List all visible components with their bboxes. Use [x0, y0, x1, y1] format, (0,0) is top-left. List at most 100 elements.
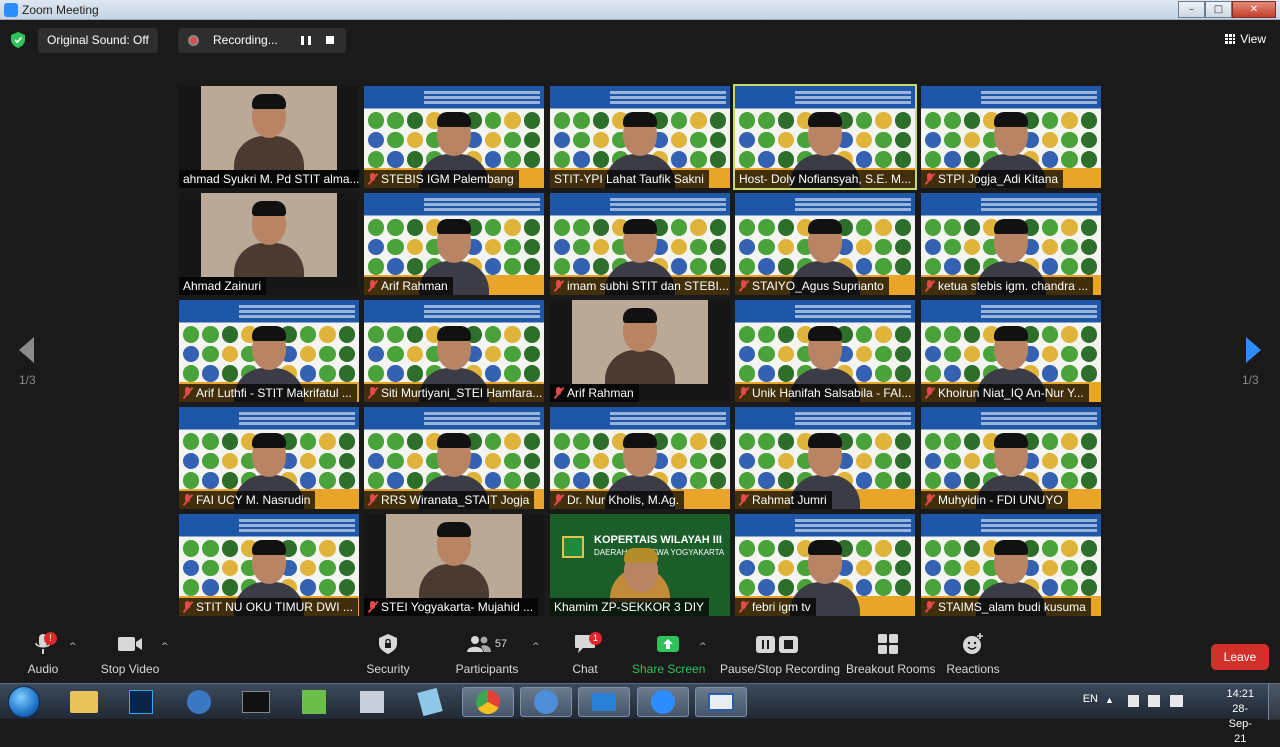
notes-app-icon[interactable] [404, 687, 456, 717]
participants-label: Participants [455, 662, 519, 676]
pause-stop-recording-button[interactable]: Pause/Stop Recording [720, 630, 840, 682]
leave-meeting-button[interactable]: Leave [1211, 644, 1269, 670]
participant-tile[interactable]: Rahmat Jumri [735, 407, 915, 509]
recording-indicator: Recording... [178, 28, 346, 53]
participant-name: ahmad Syukri M. Pd STIT alma... [183, 172, 359, 186]
participant-tile[interactable]: Host- Doly Nofiansyah, S.E. M... [733, 84, 917, 190]
zoom-taskbar-icon[interactable] [637, 687, 689, 717]
reactions-label: Reactions [946, 662, 1000, 676]
participant-tile[interactable]: Unik Hanifah Salsabila - FAI... [735, 300, 915, 402]
breakout-rooms-icon [878, 634, 898, 654]
participant-tile[interactable]: RRS Wiranata_STAIT Jogja [364, 407, 544, 509]
audio-options-caret-icon[interactable]: ^ [69, 642, 77, 652]
participant-tile[interactable]: STIT NU OKU TIMUR DWI ... [179, 514, 359, 616]
green-app-icon[interactable] [288, 687, 340, 717]
participant-tile[interactable]: Arif Rahman [364, 193, 544, 295]
previous-page-arrow-icon[interactable] [19, 337, 34, 363]
kemenag-logo-icon [562, 536, 584, 558]
share-screen-button[interactable]: Share Screen [632, 630, 705, 682]
next-page-arrow-icon[interactable] [1246, 337, 1261, 363]
photoshop-icon[interactable] [115, 687, 167, 717]
volume-speaker-icon[interactable] [1170, 695, 1183, 707]
chat-unread-badge: 1 [589, 632, 602, 645]
participant-tile[interactable]: Muhyidin - FDI UNUYO [921, 407, 1101, 509]
original-sound-toggle[interactable]: Original Sound: Off [38, 28, 158, 53]
wallet-app-taskbar-icon[interactable] [578, 687, 630, 717]
participant-tile[interactable]: STEBIS IGM Palembang [364, 86, 544, 188]
breakout-rooms-button[interactable]: Breakout Rooms [846, 630, 935, 682]
participant-name: STIT NU OKU TIMUR DWI ... [196, 600, 353, 614]
stop-recording-icon[interactable] [326, 36, 334, 44]
share-options-caret-icon[interactable]: ^ [699, 642, 707, 652]
participant-tile[interactable]: STPI Jogja_Adi Kitana [921, 86, 1101, 188]
show-desktop-button[interactable] [1268, 684, 1280, 720]
participants-button[interactable]: 57 Participants [455, 630, 519, 682]
participants-options-caret-icon[interactable]: ^ [532, 642, 540, 652]
language-indicator[interactable]: EN [1083, 693, 1098, 705]
globe-browser-taskbar-icon[interactable] [520, 687, 572, 717]
muted-microphone-icon [368, 173, 377, 185]
action-center-flag-icon[interactable] [1128, 695, 1139, 707]
muted-microphone-icon [739, 494, 748, 506]
remote-app-taskbar-icon[interactable] [695, 687, 747, 717]
muted-microphone-icon [925, 601, 934, 613]
security-button[interactable]: Security [362, 630, 414, 682]
participant-tile[interactable]: Arif Rahman [550, 300, 730, 402]
pause-recording-icon[interactable] [301, 36, 311, 45]
maximize-button[interactable]: □ [1205, 1, 1232, 18]
participant-tile[interactable]: KOPERTAIS WILAYAH III DAERAH ISTIMEWA YOG… [550, 514, 730, 616]
chrome-taskbar-icon[interactable] [462, 687, 514, 717]
participant-tile[interactable]: STAIMS_alam budi kusuma [921, 514, 1101, 616]
encryption-shield-icon[interactable] [11, 32, 25, 48]
participant-tile[interactable]: Dr. Nur Kholis, M.Ag. [550, 407, 730, 509]
view-button[interactable]: View [1225, 32, 1266, 46]
participant-tile[interactable]: imam subhi STIT dan STEBI... [550, 193, 730, 295]
taskbar-clock[interactable]: 14:21 28-Sep-21 [1226, 687, 1254, 747]
participant-tile[interactable]: ketua stebis igm. chandra ... [921, 193, 1101, 295]
tray-expand-icon[interactable]: ▲ [1105, 695, 1117, 707]
command-prompt-icon[interactable] [230, 687, 282, 717]
participant-video [610, 544, 670, 602]
power-plug-icon[interactable] [1148, 695, 1160, 707]
participant-tile[interactable]: Ahmad Zainuri [179, 193, 359, 295]
clock-date: 28-Sep-21 [1228, 703, 1252, 745]
participant-tile[interactable]: Siti Murtiyani_STEI Hamfara... [364, 300, 544, 402]
participant-tile[interactable]: STEI Yogyakarta- Mujahid ... [364, 514, 544, 616]
audio-warning-badge: ! [44, 632, 57, 645]
meeting-toolbar: ! Audio ^ Stop Video ^ Security 57 Parti… [0, 630, 1280, 682]
participant-tile[interactable]: Arif Luthfi - STIT Makrifatul ... [179, 300, 359, 402]
video-options-caret-icon[interactable]: ^ [161, 642, 169, 652]
participant-name: ketua stebis igm. chandra ... [938, 279, 1089, 293]
snipping-tool-icon[interactable] [346, 687, 398, 717]
participant-figure [605, 304, 675, 384]
participant-name-label: STEI Yogyakarta- Mujahid ... [364, 598, 539, 616]
participant-name-label: Arif Luthfi - STIT Makrifatul ... [179, 384, 357, 402]
participant-tile[interactable]: Khoirun Niat_IQ An-Nur Y... [921, 300, 1101, 402]
muted-microphone-icon [925, 494, 934, 506]
participant-tile[interactable]: STIT-YPI Lahat Taufik Sakni [550, 86, 730, 188]
audio-label: Audio [27, 662, 59, 676]
stop-video-button[interactable]: Stop Video [98, 630, 162, 682]
reactions-button[interactable]: Reactions [946, 630, 1000, 682]
participant-name-label: RRS Wiranata_STAIT Jogja [364, 491, 535, 509]
participant-tile[interactable]: ahmad Syukri M. Pd STIT alma... [179, 86, 359, 188]
chat-button[interactable]: 1 Chat [566, 630, 604, 682]
participant-name-label: Arif Rahman [364, 277, 453, 295]
start-button-icon[interactable] [8, 686, 40, 718]
participant-name-label: Muhyidin - FDI UNUYO [921, 491, 1068, 509]
minimize-button[interactable]: – [1178, 1, 1205, 18]
muted-microphone-icon [183, 494, 192, 506]
browser-globe-icon[interactable] [173, 687, 225, 717]
participant-tile[interactable]: febri igm tv [735, 514, 915, 616]
window-controls: – □ ✕ [1178, 1, 1276, 18]
file-explorer-icon[interactable] [58, 687, 110, 717]
muted-microphone-icon [554, 387, 563, 399]
muted-microphone-icon [368, 601, 377, 613]
muted-microphone-icon [183, 601, 192, 613]
close-button[interactable]: ✕ [1232, 1, 1276, 18]
audio-button[interactable]: ! Audio [22, 630, 64, 682]
participant-name-label: FAI UCY M. Nasrudin [179, 491, 316, 509]
muted-microphone-icon [368, 494, 377, 506]
participant-tile[interactable]: STAIYO_Agus Suprianto [735, 193, 915, 295]
participant-tile[interactable]: FAI UCY M. Nasrudin [179, 407, 359, 509]
